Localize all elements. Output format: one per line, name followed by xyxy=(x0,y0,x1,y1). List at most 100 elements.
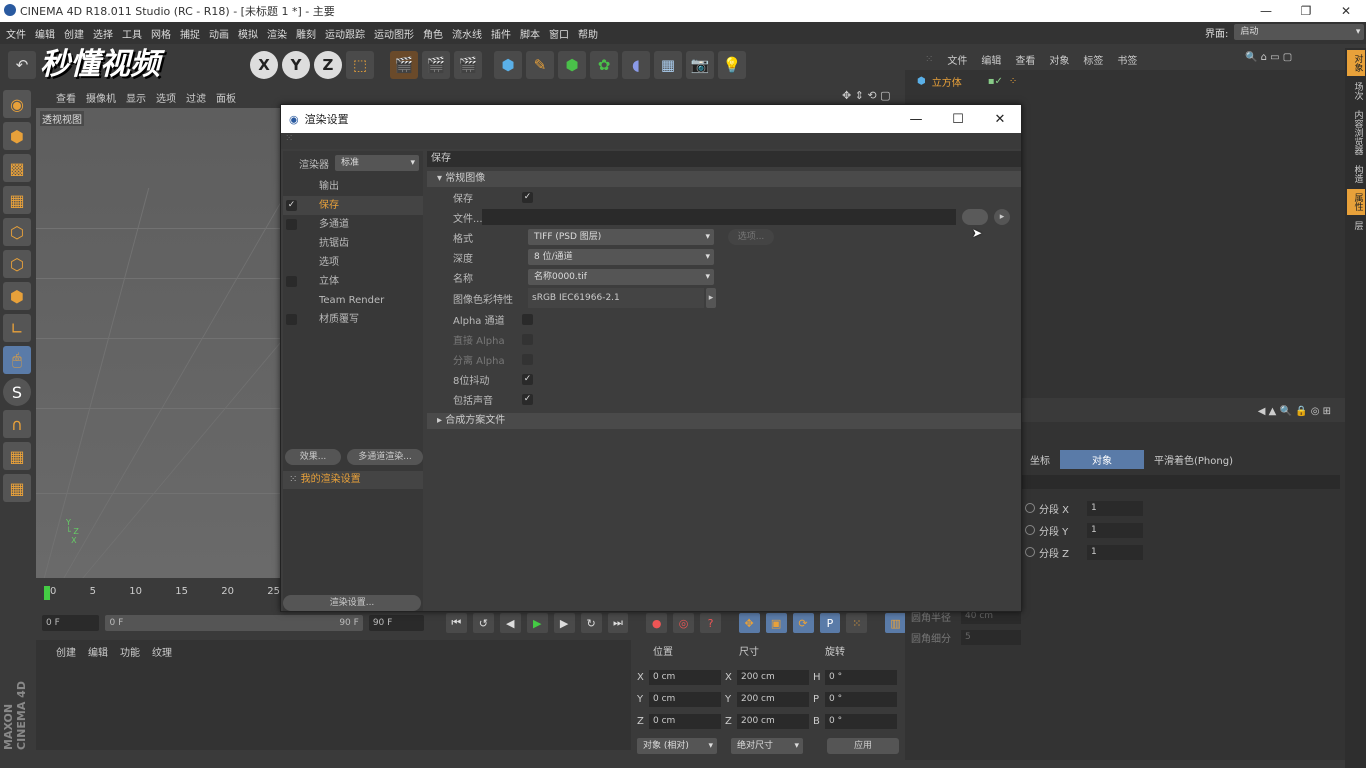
frame-range-slider[interactable]: 0 F 90 F xyxy=(105,615,363,631)
restore-button[interactable]: ❐ xyxy=(1286,4,1326,18)
camera-icon[interactable]: 📷 xyxy=(686,51,714,79)
save-checkbox[interactable]: ✓ xyxy=(522,191,533,203)
file-path-field[interactable] xyxy=(482,209,956,225)
multipass-render-button[interactable]: 多通道渲染... xyxy=(347,449,423,465)
render-tree-item[interactable]: 抗锯齿 xyxy=(283,234,423,253)
viewport-menu-item[interactable]: 查看 xyxy=(56,90,76,105)
y-axis-button[interactable]: Y xyxy=(282,51,310,79)
key-pla-icon[interactable]: ⁙ xyxy=(846,613,868,633)
render-view-icon[interactable]: 🎬 xyxy=(390,51,418,79)
texture-mode-icon[interactable]: ▩ xyxy=(3,154,31,182)
file-options-icon[interactable]: ▸ xyxy=(994,209,1010,225)
tree-item-checkbox[interactable]: ✓ xyxy=(286,200,297,211)
attr-tab[interactable]: 平滑着色(Phong) xyxy=(1146,450,1241,469)
render-settings-button[interactable]: 渲染设置... xyxy=(283,595,421,611)
key-parameter-icon[interactable]: P xyxy=(819,613,841,633)
menu-item[interactable]: 帮助 xyxy=(578,26,598,41)
radio-icon[interactable] xyxy=(1025,525,1035,535)
size-field[interactable]: 200 cm xyxy=(737,713,809,729)
menu-item[interactable]: 选择 xyxy=(93,26,113,41)
om-tool-icons[interactable]: 🔍 ⌂ ▭ ▢ xyxy=(1245,52,1292,63)
undo-icon[interactable]: ↶ xyxy=(8,51,36,79)
key-rotation-icon[interactable]: ⟳ xyxy=(792,613,814,633)
z-axis-button[interactable]: Z xyxy=(314,51,342,79)
timeline-window-icon[interactable]: ▥ xyxy=(885,613,907,633)
material-menu-item[interactable]: 纹理 xyxy=(152,644,172,659)
subdivision-icon[interactable]: ⬢ xyxy=(558,51,586,79)
om-menu-item[interactable]: 查看 xyxy=(1015,52,1035,67)
light-icon[interactable]: 💡 xyxy=(718,51,746,79)
deformer-icon[interactable]: ◖ xyxy=(622,51,650,79)
rotation-field[interactable]: 0 ° xyxy=(825,691,897,707)
menu-item[interactable]: 模拟 xyxy=(238,26,258,41)
radio-icon[interactable] xyxy=(1025,503,1035,513)
file-browse-button[interactable] xyxy=(962,209,988,225)
tree-item-checkbox[interactable] xyxy=(286,219,297,230)
alpha-checkbox[interactable] xyxy=(522,313,533,325)
om-menu-item[interactable]: 文件 xyxy=(947,52,967,67)
om-menu-item[interactable]: 编辑 xyxy=(981,52,1001,67)
depth-dropdown[interactable]: 8 位/通道 xyxy=(528,249,714,265)
goto-end-icon[interactable]: ⏭ xyxy=(607,613,629,633)
menu-item[interactable]: 网格 xyxy=(151,26,171,41)
render-picture-viewer-icon[interactable]: 🎬 xyxy=(422,51,450,79)
segment-field[interactable]: 1 xyxy=(1087,522,1143,538)
perspective-viewport[interactable]: 透视视图 Y └ Z X xyxy=(36,108,281,578)
model-mode-icon[interactable]: ◉ xyxy=(3,90,31,118)
prev-key-icon[interactable]: ↺ xyxy=(472,613,494,633)
record-key-icon[interactable]: ● xyxy=(646,613,668,633)
side-tab[interactable]: 对象 xyxy=(1346,50,1365,76)
menu-item[interactable]: 渲染 xyxy=(267,26,287,41)
om-menu-item[interactable]: 标签 xyxy=(1083,52,1103,67)
render-tree-item[interactable]: 选项 xyxy=(283,253,423,272)
tree-item-checkbox[interactable] xyxy=(286,314,297,325)
menu-item[interactable]: 流水线 xyxy=(452,26,482,41)
object-mode-icon[interactable]: ⬢ xyxy=(3,122,31,150)
om-menu-item[interactable]: 书签 xyxy=(1117,52,1137,67)
goto-start-icon[interactable]: ⏮ xyxy=(445,613,467,633)
menu-item[interactable]: 角色 xyxy=(423,26,443,41)
prev-frame-icon[interactable]: ◀ xyxy=(499,613,521,633)
viewport-menu-item[interactable]: 摄像机 xyxy=(86,90,116,105)
render-preset-item[interactable]: ⁙ 我的渲染设置 xyxy=(283,471,423,489)
color-profile-menu-icon[interactable]: ▸ xyxy=(706,288,716,308)
material-menu-item[interactable]: 创建 xyxy=(56,644,76,659)
render-tree-item[interactable]: Team Render xyxy=(283,291,423,310)
side-tab[interactable]: 构造 xyxy=(1347,161,1365,187)
position-field[interactable]: 0 cm xyxy=(649,691,721,707)
render-tree-item[interactable]: 材质覆写 xyxy=(283,310,423,329)
position-field[interactable]: 0 cm xyxy=(649,669,721,685)
dialog-minimize-button[interactable]: — xyxy=(895,112,937,127)
menu-item[interactable]: 创建 xyxy=(64,26,84,41)
fillet-sub-field[interactable]: 5 xyxy=(961,630,1021,645)
material-menu-item[interactable]: 编辑 xyxy=(88,644,108,659)
edges-mode-icon[interactable]: ⬡ xyxy=(3,250,31,278)
polygons-mode-icon[interactable]: ⬢ xyxy=(3,282,31,310)
next-frame-icon[interactable]: ▶ xyxy=(553,613,575,633)
section-regular-image[interactable]: ▾ 常规图像 xyxy=(427,171,1021,187)
side-tab[interactable]: 属性 xyxy=(1346,189,1365,215)
floor-icon[interactable]: ▦ xyxy=(654,51,682,79)
render-tree-item[interactable]: 多通道 xyxy=(283,215,423,234)
format-dropdown[interactable]: TIFF (PSD 图层) xyxy=(528,229,714,245)
workplane-grid-icon[interactable]: ▦ xyxy=(3,474,31,502)
dialog-close-button[interactable]: ✕ xyxy=(979,112,1021,127)
straight-alpha-checkbox[interactable] xyxy=(522,333,533,345)
viewport-menu-item[interactable]: 显示 xyxy=(126,90,146,105)
tag-icon[interactable]: ⁘ xyxy=(1009,76,1017,87)
menu-item[interactable]: 运动跟踪 xyxy=(325,26,365,41)
edit-render-settings-icon[interactable]: 🎬 xyxy=(454,51,482,79)
points-mode-icon[interactable]: ⬡ xyxy=(3,218,31,246)
side-tab[interactable]: 场次 xyxy=(1347,78,1365,104)
size-mode-dropdown[interactable]: 绝对尺寸 xyxy=(731,738,803,754)
effects-button[interactable]: 效果... xyxy=(285,449,341,465)
sound-checkbox[interactable]: ✓ xyxy=(522,393,533,405)
om-menu-item[interactable]: 对象 xyxy=(1049,52,1069,67)
lock-workplane-icon[interactable]: ▦ xyxy=(3,442,31,470)
pen-icon[interactable]: ✎ xyxy=(526,51,554,79)
viewport-menu-item[interactable]: 过滤 xyxy=(186,90,206,105)
visibility-check-icon[interactable]: ▪✓ xyxy=(988,76,1003,87)
menu-item[interactable]: 工具 xyxy=(122,26,142,41)
render-tree-item[interactable]: 输出 xyxy=(283,177,423,196)
material-menu-item[interactable]: 功能 xyxy=(120,644,140,659)
